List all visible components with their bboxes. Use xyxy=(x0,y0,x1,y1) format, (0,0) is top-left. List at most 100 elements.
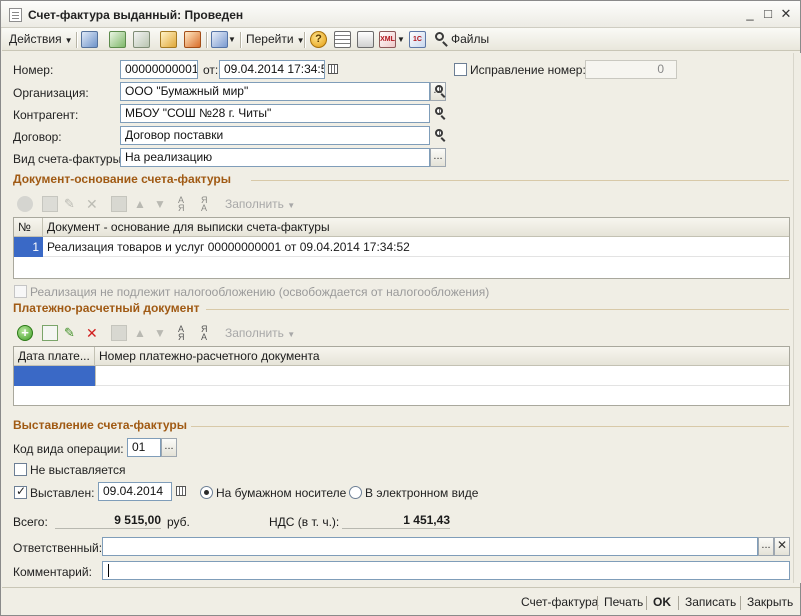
print-button[interactable]: Печать xyxy=(604,595,643,609)
toolbar-separator xyxy=(206,32,207,48)
dropdown-arrow-icon: ▼ xyxy=(287,201,296,210)
basis-table-header: № Документ - основание для выписки счета… xyxy=(14,218,789,237)
column-number-header[interactable]: № xyxy=(14,218,43,237)
calendar-icon[interactable] xyxy=(325,60,341,79)
correction-checkbox[interactable] xyxy=(454,63,467,76)
edit-row-icon: ✎ xyxy=(64,196,75,211)
actions-menu-button[interactable]: Действия ▼ xyxy=(9,31,73,48)
1c-report-icon[interactable]: 1С xyxy=(409,31,426,48)
invoice-kind-field[interactable]: На реализацию xyxy=(120,148,430,167)
number-label: Номер: xyxy=(13,63,54,77)
currency-label: руб. xyxy=(167,515,190,529)
column-payment-date-header[interactable]: Дата плате... xyxy=(14,347,95,366)
responsible-label: Ответственный: xyxy=(13,541,103,555)
edit-payment-row-icon[interactable]: ✎ xyxy=(64,325,80,341)
issued-checkbox[interactable] xyxy=(14,484,27,499)
sort-ascending-payment-icon[interactable]: АЯ xyxy=(178,325,194,342)
correction-number-field: 0 xyxy=(585,60,677,79)
save-button[interactable]: Записать xyxy=(685,595,736,609)
copy-payment-row-icon[interactable] xyxy=(42,325,58,341)
toolbar-separator xyxy=(304,32,305,48)
responsible-clear-icon[interactable]: ✕ xyxy=(774,537,790,556)
table-row[interactable] xyxy=(14,366,789,386)
electronic-radio[interactable] xyxy=(349,486,362,499)
document-icon xyxy=(9,8,22,22)
organization-open-icon[interactable] xyxy=(432,82,448,101)
responsible-field[interactable] xyxy=(102,537,758,556)
row-payment-number-cell xyxy=(95,366,789,386)
basis-fill-button: Заполнить ▼ xyxy=(225,197,295,211)
counterparty-field[interactable]: МБОУ "СОШ №28 г. Читы" xyxy=(120,104,430,123)
maximize-button[interactable]: □ xyxy=(760,6,776,22)
comment-field[interactable] xyxy=(102,561,790,580)
navigate-icon[interactable] xyxy=(211,31,228,48)
list-icon[interactable] xyxy=(334,31,351,48)
not-issued-checkbox[interactable] xyxy=(14,463,27,476)
section-divider xyxy=(191,426,789,427)
export-icon[interactable] xyxy=(184,31,201,48)
xml-dropdown-arrow-icon[interactable]: ▼ xyxy=(397,31,405,48)
issued-calendar-icon[interactable] xyxy=(173,482,189,501)
text-cursor xyxy=(108,564,109,577)
paper-label: На бумажном носителе xyxy=(216,486,347,500)
row-payment-date-cell xyxy=(14,366,95,386)
delete-payment-row-icon[interactable]: ✕ xyxy=(86,325,102,341)
close-button[interactable]: Закрыть xyxy=(747,595,793,609)
scrollbar[interactable] xyxy=(793,53,801,583)
create-based-on-icon[interactable] xyxy=(160,31,177,48)
toolbar-separator xyxy=(240,32,241,48)
correction-label: Исправление номер: xyxy=(470,63,586,77)
structure-icon[interactable] xyxy=(357,31,374,48)
total-value: 9 515,00 xyxy=(55,511,161,529)
navigate-dropdown-arrow-icon[interactable]: ▼ xyxy=(228,31,236,48)
payment-table: Дата плате... Номер платежно-расчетного … xyxy=(13,346,790,406)
counterparty-open-icon[interactable] xyxy=(432,104,448,123)
column-payment-number-header[interactable]: Номер платежно-расчетного документа xyxy=(95,347,789,366)
op-code-select-button[interactable]: ... xyxy=(161,438,177,457)
issued-date-field[interactable]: 09.04.2014 xyxy=(98,482,172,501)
goto-label: Перейти xyxy=(246,32,294,46)
dropdown-arrow-icon: ▼ xyxy=(287,330,296,339)
bottom-separator xyxy=(646,596,647,610)
close-window-button[interactable]: ✕ xyxy=(778,6,794,22)
op-code-field[interactable]: 01 xyxy=(127,438,161,457)
organization-field[interactable]: ООО "Бумажный мир" xyxy=(120,82,430,101)
help-icon[interactable]: ? xyxy=(310,31,327,48)
bottom-separator xyxy=(678,596,679,610)
basis-section-title: Документ-основание счета-фактуры xyxy=(13,172,232,186)
number-field[interactable]: 00000000001 xyxy=(120,60,198,79)
payment-section-title: Платежно-расчетный документ xyxy=(13,301,200,315)
files-search-icon[interactable] xyxy=(433,31,450,48)
tax-exempt-label: Реализация не подлежит налогообложению (… xyxy=(30,285,490,299)
paper-radio[interactable] xyxy=(200,486,213,499)
bottom-bar: Счет-фактура Печать OK Записать Закрыть xyxy=(2,587,800,615)
actions-label: Действия xyxy=(9,32,62,46)
payment-fill-button: Заполнить ▼ xyxy=(225,326,295,340)
title-bar: Счет-фактура выданный: Проведен _ □ ✕ xyxy=(1,1,800,28)
column-document-header[interactable]: Документ - основание для выписки счета-ф… xyxy=(43,218,789,237)
ok-button[interactable]: OK xyxy=(653,595,671,609)
sort-ascending-icon[interactable]: АЯ xyxy=(178,196,194,213)
minimize-button[interactable]: _ xyxy=(742,6,758,22)
table-row[interactable]: 1 Реализация товаров и услуг 00000000001… xyxy=(14,237,789,257)
basis-table: № Документ - основание для выписки счета… xyxy=(13,217,790,279)
goto-menu-button[interactable]: Перейти ▼ xyxy=(246,31,304,48)
invoice-kind-select-button[interactable]: ... xyxy=(430,148,446,167)
responsible-select-button[interactable]: ... xyxy=(758,537,774,556)
window-title: Счет-фактура выданный: Проведен xyxy=(28,8,244,22)
vat-value: 1 451,43 xyxy=(342,511,450,529)
electronic-label: В электронном виде xyxy=(365,486,479,500)
invoice-print-button[interactable]: Счет-фактура xyxy=(521,595,598,609)
copy-document-icon[interactable] xyxy=(133,31,150,48)
refresh-icon[interactable] xyxy=(109,31,126,48)
sort-descending-icon[interactable]: ЯА xyxy=(201,196,217,213)
post-document-icon[interactable] xyxy=(81,31,98,48)
contract-open-icon[interactable] xyxy=(432,126,448,145)
date-field[interactable]: 09.04.2014 17:34:52 xyxy=(219,60,325,79)
add-payment-row-icon[interactable]: + xyxy=(17,325,33,341)
xml-icon[interactable]: XML xyxy=(379,31,396,48)
payment-fill-label: Заполнить xyxy=(225,326,284,340)
files-button[interactable]: Файлы xyxy=(451,31,489,48)
sort-descending-payment-icon[interactable]: ЯА xyxy=(201,325,217,342)
contract-field[interactable]: Договор поставки xyxy=(120,126,430,145)
